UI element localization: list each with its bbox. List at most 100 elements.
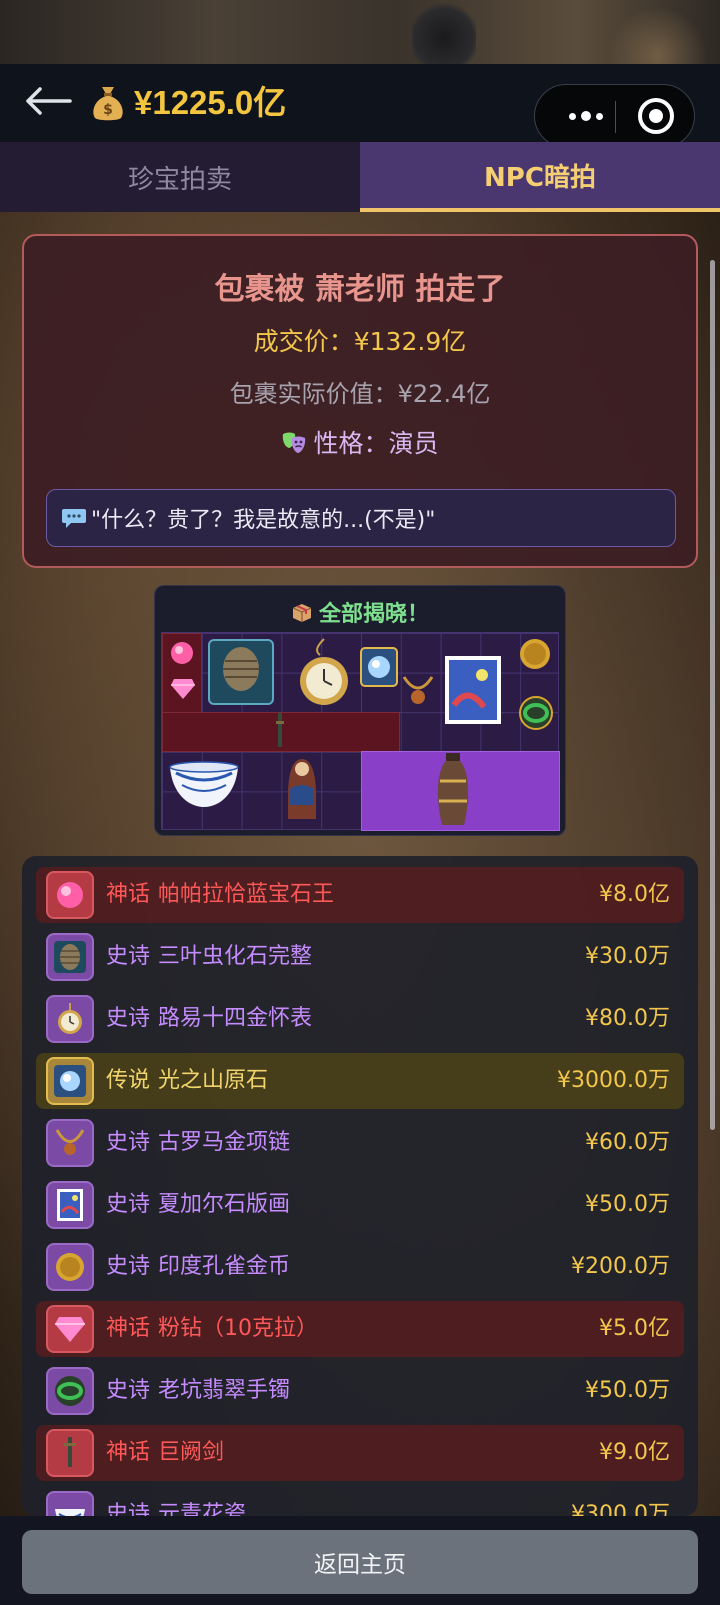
tab-bar: 珍宝拍卖 NPC暗拍 <box>0 142 720 212</box>
package-reveal-panel: 全部揭晓！ <box>154 585 566 836</box>
grid-vase-icon[interactable] <box>434 751 472 833</box>
item-rarity: 史诗 <box>106 1378 151 1403</box>
crystal-icon <box>46 1057 94 1105</box>
theater-masks-icon <box>281 431 307 455</box>
speech-bubble-icon <box>61 507 87 529</box>
item-name: 帕帕拉恰蓝宝石王 <box>158 882 335 907</box>
bottom-bar: 返回主页 <box>0 1516 720 1605</box>
item-rarity: 传说 <box>106 1068 151 1093</box>
item-rarity: 史诗 <box>106 1192 151 1217</box>
item-name: 路易十四金怀表 <box>158 1006 313 1031</box>
necklace-icon <box>46 1119 94 1167</box>
list-item[interactable]: 史诗 老坑翡翠手镯 ¥50.0万 <box>36 1363 684 1419</box>
list-item[interactable]: 史诗 古罗马金项链 ¥60.0万 <box>36 1115 684 1171</box>
item-name: 巨阙剑 <box>158 1440 225 1465</box>
item-name: 古罗马金项链 <box>158 1130 291 1155</box>
deal-price: 成交价：¥132.9亿 <box>253 327 467 356</box>
reveal-title: 全部揭晓！ <box>155 596 565 628</box>
list-item[interactable]: 史诗 夏加尔石版画 ¥50.0万 <box>36 1177 684 1233</box>
item-rarity: 史诗 <box>106 1254 151 1279</box>
list-item[interactable]: 史诗 印度孔雀金币 ¥200.0万 <box>36 1239 684 1295</box>
item-price: ¥200.0万 <box>571 1254 670 1279</box>
return-home-button[interactable]: 返回主页 <box>22 1530 698 1594</box>
list-item[interactable]: 神话 帕帕拉恰蓝宝石王 ¥8.0亿 <box>36 867 684 923</box>
list-item[interactable]: 传说 光之山原石 ¥3000.0万 <box>36 1053 684 1109</box>
item-price: ¥8.0亿 <box>599 882 670 907</box>
list-item[interactable]: 史诗 路易十四金怀表 ¥80.0万 <box>36 991 684 1047</box>
grid-gold-coin-icon[interactable] <box>518 637 552 675</box>
background-photo-strip <box>0 0 720 106</box>
npc-quote-box: "什么？贵了？我是故意的...(不是)" <box>46 489 676 547</box>
capsule-divider <box>615 101 616 133</box>
back-arrow-icon[interactable] <box>24 86 74 120</box>
jade-bracelet-icon <box>46 1367 94 1415</box>
painting-icon <box>46 1181 94 1229</box>
item-rarity: 神话 <box>106 882 151 907</box>
list-item[interactable]: 神话 巨阙剑 ¥9.0亿 <box>36 1425 684 1481</box>
item-name: 印度孔雀金币 <box>158 1254 291 1279</box>
item-price: ¥5.0亿 <box>599 1316 670 1341</box>
pink-gem-icon <box>46 871 94 919</box>
actual-value: 包裹实际价值：¥22.4亿 <box>229 380 491 408</box>
tab-npc-blind-auction[interactable]: NPC暗拍 <box>360 142 720 212</box>
sword-icon <box>46 1429 94 1477</box>
grid-jade-bracelet-icon[interactable] <box>518 695 554 735</box>
item-rarity: 神话 <box>106 1440 151 1465</box>
item-name: 老坑翡翠手镯 <box>158 1378 291 1403</box>
grid-crystal-icon[interactable] <box>360 647 398 691</box>
balance-amount: ¥1225.0亿 <box>134 84 287 121</box>
item-price: ¥50.0万 <box>585 1378 670 1403</box>
scrollbar-thumb[interactable] <box>710 260 715 1130</box>
pink-diamond-icon <box>46 1305 94 1353</box>
svg-text:$: $ <box>103 102 113 118</box>
list-item[interactable]: 史诗 三叶虫化石完整 ¥30.0万 <box>36 929 684 985</box>
grid-pocket-watch-icon[interactable] <box>294 637 354 711</box>
npc-quote-text: "什么？贵了？我是故意的...(不是)" <box>91 508 436 533</box>
tab-treasure-auction[interactable]: 珍宝拍卖 <box>0 142 360 212</box>
pocket-watch-icon <box>46 995 94 1043</box>
miniprogram-capsule <box>534 84 695 148</box>
package-box-icon <box>291 602 313 624</box>
item-price: ¥300.0万 <box>571 1502 670 1516</box>
item-price: ¥30.0万 <box>585 944 670 969</box>
grid-painting-icon[interactable] <box>444 655 502 729</box>
item-price: ¥80.0万 <box>585 1006 670 1031</box>
result-title: 包裹被 萧老师 拍走了 <box>214 272 506 307</box>
more-dots-icon[interactable] <box>557 85 615 147</box>
list-item[interactable]: 史诗 元青花瓷 ¥300.0万 <box>36 1487 684 1516</box>
item-rarity: 史诗 <box>106 1130 151 1155</box>
auction-result-card: 包裹被 萧老师 拍走了 成交价：¥132.9亿 包裹实际价值：¥22.4亿 性格… <box>22 234 698 568</box>
item-rarity: 神话 <box>106 1316 151 1341</box>
gold-coin-icon <box>46 1243 94 1291</box>
header-bar: $ ¥1225.0亿 <box>0 64 720 148</box>
item-name: 粉钻（10克拉） <box>158 1316 319 1341</box>
item-price: ¥3000.0万 <box>557 1068 670 1093</box>
item-name: 光之山原石 <box>158 1068 269 1093</box>
item-price: ¥60.0万 <box>585 1130 670 1155</box>
item-name: 三叶虫化石完整 <box>158 944 313 969</box>
grid-necklace-icon[interactable] <box>400 673 436 715</box>
item-rarity: 史诗 <box>106 1502 151 1516</box>
grid-pink-diamond-icon[interactable] <box>170 677 196 705</box>
inventory-grid <box>161 632 560 833</box>
target-close-icon[interactable] <box>638 98 674 134</box>
reveal-title-text: 全部揭晓！ <box>318 602 429 627</box>
grid-madonna-icon[interactable] <box>284 755 320 825</box>
grid-fossil-icon[interactable] <box>208 639 274 709</box>
fossil-icon <box>46 933 94 981</box>
item-price: ¥50.0万 <box>585 1192 670 1217</box>
item-name: 元青花瓷 <box>158 1502 247 1516</box>
item-list: 神话 帕帕拉恰蓝宝石王 ¥8.0亿 史诗 三叶虫化石完整 ¥30.0万 史诗 路易十四… <box>22 856 698 1516</box>
grid-pink-gem-icon[interactable] <box>168 639 196 671</box>
grid-porcelain-bowl-icon[interactable] <box>168 757 240 815</box>
list-item[interactable]: 神话 粉钻（10克拉） ¥5.0亿 <box>36 1301 684 1357</box>
grid-sword-icon[interactable] <box>276 713 284 755</box>
personality-line: 性格：演员 <box>24 424 696 460</box>
item-name: 夏加尔石版画 <box>158 1192 291 1217</box>
item-rarity: 史诗 <box>106 944 151 969</box>
ink-bottle-decoration <box>412 0 476 64</box>
money-bag-icon: $ <box>90 82 126 122</box>
item-rarity: 史诗 <box>106 1006 151 1031</box>
porcelain-bowl-icon <box>46 1491 94 1516</box>
item-price: ¥9.0亿 <box>599 1440 670 1465</box>
